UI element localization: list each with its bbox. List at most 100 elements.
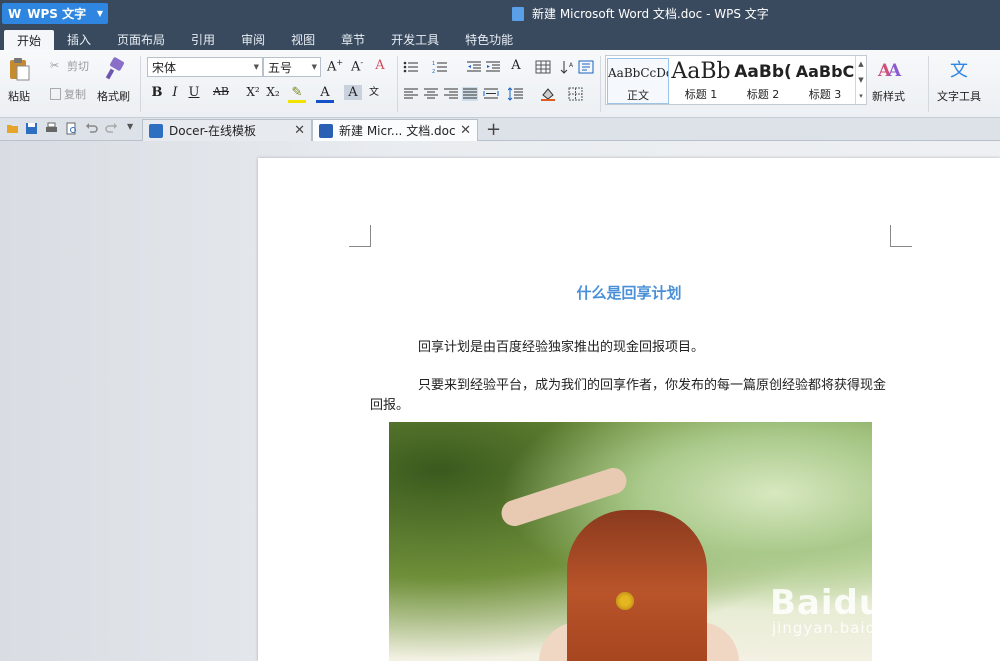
new-style-button[interactable]: A A 新样式 [872,56,905,104]
decrease-indent-icon[interactable] [466,60,482,74]
subscript-button[interactable]: X₂ [264,85,282,99]
style-heading-1[interactable]: AaBb 标题 1 [670,58,732,104]
superscript-button[interactable]: X² [244,85,262,99]
print-preview-icon[interactable] [65,122,78,135]
sort-icon[interactable]: A [560,60,576,74]
new-style-icon: A A [877,61,902,81]
font-name-value: 宋体 [152,60,177,75]
style-label: 标题 3 [808,88,842,101]
style-preview: AaBb [671,59,731,84]
close-icon[interactable]: ✕ [294,123,305,138]
styles-scroll[interactable]: ▲ ▼ ▾ [855,56,866,104]
style-label: 标题 1 [684,88,718,101]
paste-icon [10,58,30,81]
tab-developer[interactable]: 开发工具 [378,28,452,50]
borders-icon[interactable] [568,87,584,101]
open-folder-icon[interactable] [6,122,19,135]
tab-home[interactable]: 开始 [4,30,55,50]
grow-font-button[interactable]: A+ [326,58,344,74]
increase-indent-icon[interactable] [485,60,501,74]
svg-text:2: 2 [432,69,435,74]
new-tab-button[interactable]: + [486,119,501,140]
italic-button[interactable]: I [166,85,184,100]
copy-button[interactable]: 复制 [50,86,86,102]
undo-icon[interactable] [85,122,98,135]
wps-app-menu-button[interactable]: W WPS 文字 ▼ [2,3,108,24]
photo-detail [567,510,707,661]
align-center-icon[interactable] [423,87,439,101]
align-right-icon[interactable] [443,87,459,101]
font-name-select[interactable]: 宋体 ▼ [147,57,263,77]
cut-button[interactable]: ✂ 剪切 [50,58,89,74]
svg-text:1: 1 [432,61,435,67]
tab-view[interactable]: 视图 [278,28,328,50]
table-icon[interactable] [535,60,551,74]
baidu-watermark-url: jingyan.baidu.com [772,619,928,637]
paste-button[interactable]: 粘贴 [6,56,32,104]
docer-icon [149,123,163,138]
tab-references[interactable]: 引用 [178,28,228,50]
document-icon [512,6,524,21]
format-painter-button[interactable]: 格式刷 [97,56,130,104]
style-normal[interactable]: AaBbCcDd 正文 [607,58,669,104]
tab-current-document[interactable]: 新建 Micr... 文档.doc ✕ [312,119,478,141]
font-color-icon[interactable]: A [316,85,334,103]
close-icon[interactable]: ✕ [460,123,471,138]
redo-icon[interactable] [105,122,118,135]
highlight-icon[interactable]: ✎ [288,85,306,103]
margin-mark-left [349,225,371,247]
phonetic-guide-icon[interactable]: 文 [365,83,383,98]
char-shading-icon[interactable]: A [344,85,362,100]
line-spacing-icon[interactable] [508,87,524,101]
window-title: 新建 Microsoft Word 文档.doc - WPS 文字 [512,5,769,22]
align-left-icon[interactable] [403,87,419,101]
ribbon-tab-bar: 开始 插入 页面布局 引用 审阅 视图 章节 开发工具 特色功能 [0,26,1000,50]
tab-special-features[interactable]: 特色功能 [452,28,526,50]
paragraph-text: 只要来到经验平台，成为我们的回享作者，你发布的每一篇原创经验都将获得现金回报。 [370,378,887,413]
app-menu-label: WPS 文字 [27,7,87,21]
underline-button[interactable]: U [185,85,203,100]
style-label: 标题 2 [746,88,780,101]
tab-insert[interactable]: 插入 [54,28,104,50]
tab-label: Docer-在线模板 [169,124,257,138]
text-tools-label: 文字工具 [937,90,981,103]
chevron-down-icon: ▼ [96,9,103,18]
text-tools-icon: 文 [950,60,968,81]
shrink-font-button[interactable]: A- [348,58,366,74]
tab-docer-templates[interactable]: Docer-在线模板 ✕ [142,119,312,141]
styles-gallery: AaBbCcDd 正文 AaBb 标题 1 AaBb( 标题 2 AaBbC 标… [605,55,867,105]
style-heading-2[interactable]: AaBb( 标题 2 [732,58,794,104]
tab-review[interactable]: 审阅 [228,28,278,50]
tab-section[interactable]: 章节 [328,28,378,50]
font-size-select[interactable]: 五号 ▼ [263,57,321,77]
strikethrough-button[interactable]: AB [212,85,230,98]
word-doc-icon [319,123,333,138]
paint-brush-icon [105,57,124,80]
show-marks-icon[interactable] [578,60,594,74]
tab-page-layout[interactable]: 页面布局 [104,28,178,50]
text-tools-button[interactable]: 文 文字工具 [937,56,981,104]
svg-text:文: 文 [950,60,968,81]
new-style-label: 新样式 [872,90,905,103]
numbered-list-icon[interactable]: 12 [432,60,448,74]
bullet-list-icon[interactable] [403,60,419,74]
distributed-align-icon[interactable] [483,87,499,101]
bold-button[interactable]: B [148,85,166,100]
justify-icon[interactable] [462,87,478,101]
style-heading-3[interactable]: AaBbC 标题 3 [794,58,856,104]
paste-label: 粘贴 [8,90,30,103]
tab-label: 新建 Micr... 文档.doc [339,124,456,138]
separator [397,56,398,112]
save-icon[interactable] [25,122,38,135]
document-paragraph: 只要来到经验平台，成为我们的回享作者，你发布的每一篇原创经验都将获得现金回报。 [370,376,890,416]
style-preview: AaBb( [734,62,792,82]
shading-icon[interactable] [540,87,556,101]
text-effects-icon[interactable]: A [507,58,525,73]
svg-text:A: A [569,62,574,69]
copy-label: 复制 [64,88,86,101]
document-heading: 什么是回享计划 [576,284,682,302]
clear-format-icon[interactable]: A [371,58,389,73]
print-icon[interactable] [45,122,58,135]
separator [928,56,929,112]
customize-toolbar-icon[interactable]: ▼ [127,122,140,135]
